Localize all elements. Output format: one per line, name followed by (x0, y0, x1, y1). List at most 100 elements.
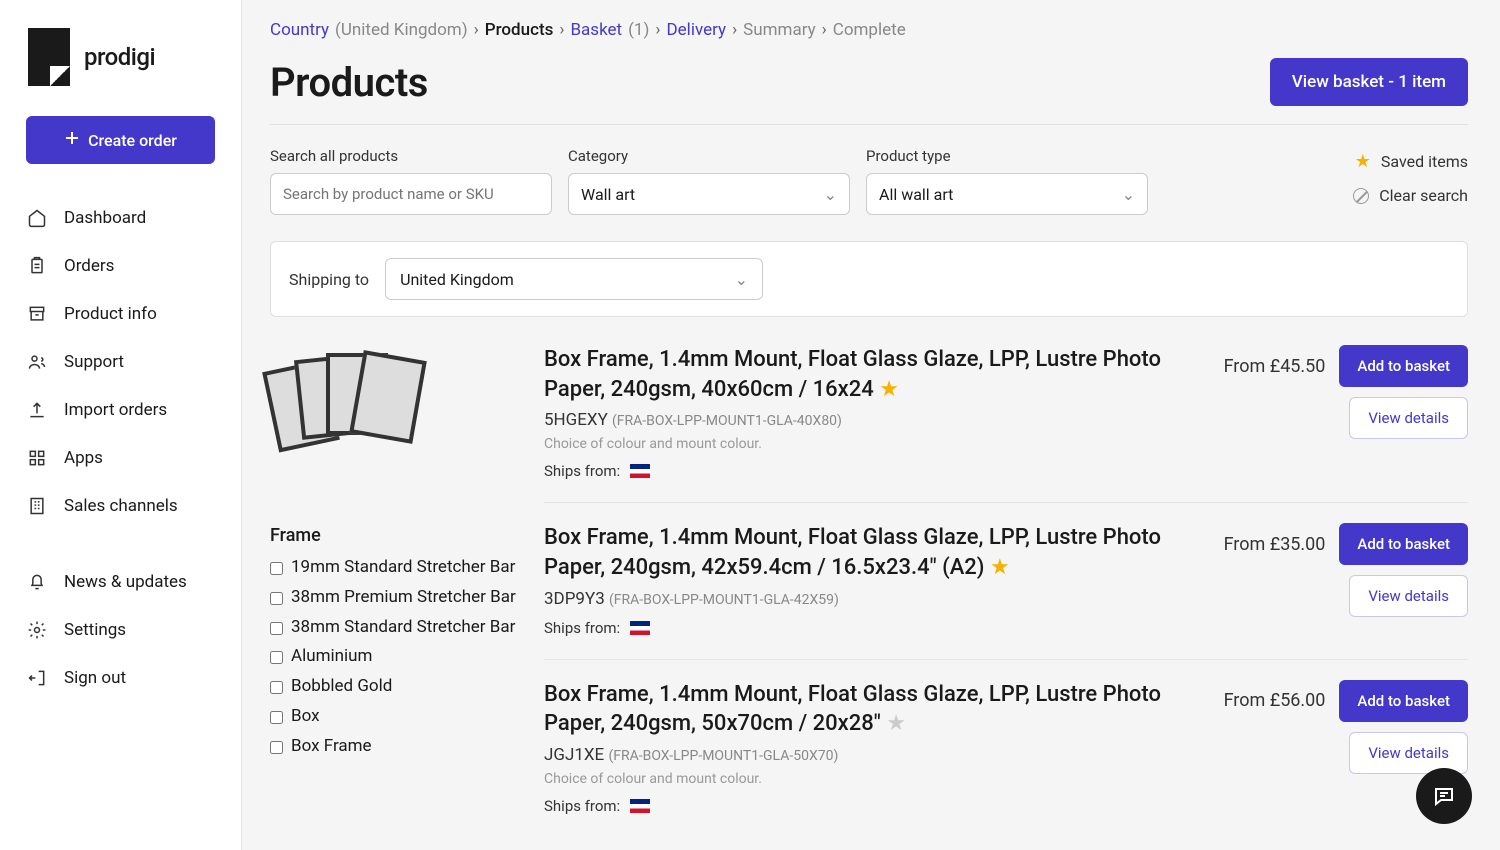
view-details-button[interactable]: View details (1349, 397, 1468, 439)
uk-flag-icon (630, 799, 650, 813)
saved-items-label: Saved items (1381, 152, 1468, 171)
facet-checkbox[interactable] (270, 651, 283, 664)
star-icon: ★ (1355, 151, 1371, 172)
star-icon[interactable]: ★ (874, 377, 899, 402)
product-sku: 5HGEXY (544, 410, 612, 430)
breadcrumb-products: Products (485, 20, 554, 40)
breadcrumb-basket[interactable]: Basket (570, 20, 622, 40)
facet-checkbox[interactable] (270, 741, 283, 754)
facet-option[interactable]: Box Frame (270, 735, 520, 759)
sidebar-item-support[interactable]: Support (0, 338, 241, 386)
users-icon (26, 351, 48, 373)
facet-checkbox[interactable] (270, 562, 283, 575)
facet-option[interactable]: Box (270, 705, 520, 729)
building-icon (26, 495, 48, 517)
breadcrumb-summary: Summary (743, 20, 815, 40)
clear-search-button[interactable]: Clear search (1353, 186, 1468, 205)
view-details-button[interactable]: View details (1349, 732, 1468, 774)
sidebar-item-product-info[interactable]: Product info (0, 290, 241, 338)
view-basket-button[interactable]: View basket - 1 item (1270, 58, 1468, 106)
create-order-button[interactable]: Create order (26, 116, 215, 164)
product-category-thumbnail (270, 345, 450, 485)
breadcrumb-basket-count: (1) (628, 20, 649, 40)
search-label: Search all products (270, 147, 552, 165)
breadcrumb-delivery[interactable]: Delivery (667, 20, 727, 40)
sidebar-item-apps[interactable]: Apps (0, 434, 241, 482)
sidebar-item-label: Sign out (64, 668, 126, 688)
product-row: Box Frame, 1.4mm Mount, Float Glass Glaz… (544, 523, 1468, 659)
sidebar-item-import-orders[interactable]: Import orders (0, 386, 241, 434)
sidebar-item-label: Dashboard (64, 208, 146, 228)
breadcrumb-sep: › (474, 20, 479, 40)
breadcrumb-sep: › (655, 20, 660, 40)
sidebar-item-orders[interactable]: Orders (0, 242, 241, 290)
facet-option[interactable]: 38mm Premium Stretcher Bar (270, 586, 520, 610)
add-to-basket-button[interactable]: Add to basket (1339, 680, 1468, 722)
facet-frame-title: Frame (270, 525, 520, 546)
breadcrumb-sep: › (732, 20, 737, 40)
uk-flag-icon (630, 464, 650, 478)
product-name: Box Frame, 1.4mm Mount, Float Glass Glaz… (544, 347, 1161, 402)
breadcrumb-country[interactable]: Country (270, 20, 329, 40)
breadcrumb-sep: › (559, 20, 564, 40)
type-select[interactable]: All wall art ⌄ (866, 173, 1148, 215)
breadcrumb-complete: Complete (833, 20, 906, 40)
facet-option[interactable]: 38mm Standard Stretcher Bar (270, 616, 520, 640)
facet-checkbox[interactable] (270, 622, 283, 635)
chevron-down-icon: ⌄ (824, 185, 837, 204)
sidebar-item-label: Orders (64, 256, 114, 276)
home-icon (26, 207, 48, 229)
breadcrumb-sep: › (822, 20, 827, 40)
nav: Dashboard Orders Product info Support Im… (0, 194, 241, 830)
chat-button[interactable] (1416, 768, 1472, 824)
page-title: Products (270, 59, 428, 106)
product-price: From £35.00 (1224, 534, 1326, 555)
category-select[interactable]: Wall art ⌄ (568, 173, 850, 215)
uk-flag-icon (630, 621, 650, 635)
create-order-label: Create order (88, 131, 177, 150)
facet-checkbox[interactable] (270, 681, 283, 694)
facet-option[interactable]: Bobbled Gold (270, 675, 520, 699)
add-to-basket-button[interactable]: Add to basket (1339, 345, 1468, 387)
sidebar-item-sales-channels[interactable]: Sales channels (0, 482, 241, 530)
archive-icon (26, 303, 48, 325)
add-to-basket-button[interactable]: Add to basket (1339, 523, 1468, 565)
sidebar-item-sign-out[interactable]: Sign out (0, 654, 241, 702)
logo[interactable]: prodigi (0, 28, 241, 116)
sidebar-item-news[interactable]: News & updates (0, 558, 241, 606)
chevron-down-icon: ⌄ (1122, 185, 1135, 204)
facet-label: Bobbled Gold (291, 675, 392, 699)
product-sku-code: (FRA-BOX-LPP-MOUNT1-GLA-42X59) (609, 592, 839, 608)
sidebar-item-label: Settings (64, 620, 126, 640)
facet-checkbox[interactable] (270, 592, 283, 605)
cancel-icon (1353, 188, 1369, 204)
product-name: Box Frame, 1.4mm Mount, Float Glass Glaz… (544, 682, 1161, 737)
facet-option[interactable]: Aluminium (270, 645, 520, 669)
sidebar-item-dashboard[interactable]: Dashboard (0, 194, 241, 242)
ships-from-label: Ships from: (544, 462, 620, 480)
shipping-select[interactable]: United Kingdom ⌄ (385, 258, 763, 300)
facet-checkbox[interactable] (270, 711, 283, 724)
divider (270, 124, 1468, 125)
product-choice: Choice of colour and mount colour. (544, 436, 1198, 452)
facet-label: 38mm Standard Stretcher Bar (291, 616, 515, 640)
sidebar-item-label: Product info (64, 304, 157, 324)
view-details-button[interactable]: View details (1349, 575, 1468, 617)
sidebar-item-label: Import orders (64, 400, 167, 420)
product-sku-code: (FRA-BOX-LPP-MOUNT1-GLA-40X80) (612, 413, 842, 429)
clipboard-icon (26, 255, 48, 277)
facet-label: Aluminium (291, 645, 372, 669)
sidebar: prodigi Create order Dashboard Orders Pr… (0, 0, 242, 850)
star-icon[interactable]: ★ (985, 555, 1010, 580)
sidebar-item-settings[interactable]: Settings (0, 606, 241, 654)
sidebar-item-label: Support (64, 352, 124, 372)
star-icon[interactable]: ★ (881, 711, 906, 736)
search-input[interactable] (270, 173, 552, 215)
saved-items-button[interactable]: ★ Saved items (1355, 151, 1468, 172)
bell-icon (26, 571, 48, 593)
product-sku: 3DP9Y3 (544, 589, 609, 609)
left-column: Frame 19mm Standard Stretcher Bar 38mm Pr… (270, 345, 520, 850)
facet-option[interactable]: 19mm Standard Stretcher Bar (270, 556, 520, 580)
product-sku-code: (FRA-BOX-LPP-MOUNT1-GLA-50X70) (608, 748, 838, 764)
logo-mark (28, 28, 70, 86)
